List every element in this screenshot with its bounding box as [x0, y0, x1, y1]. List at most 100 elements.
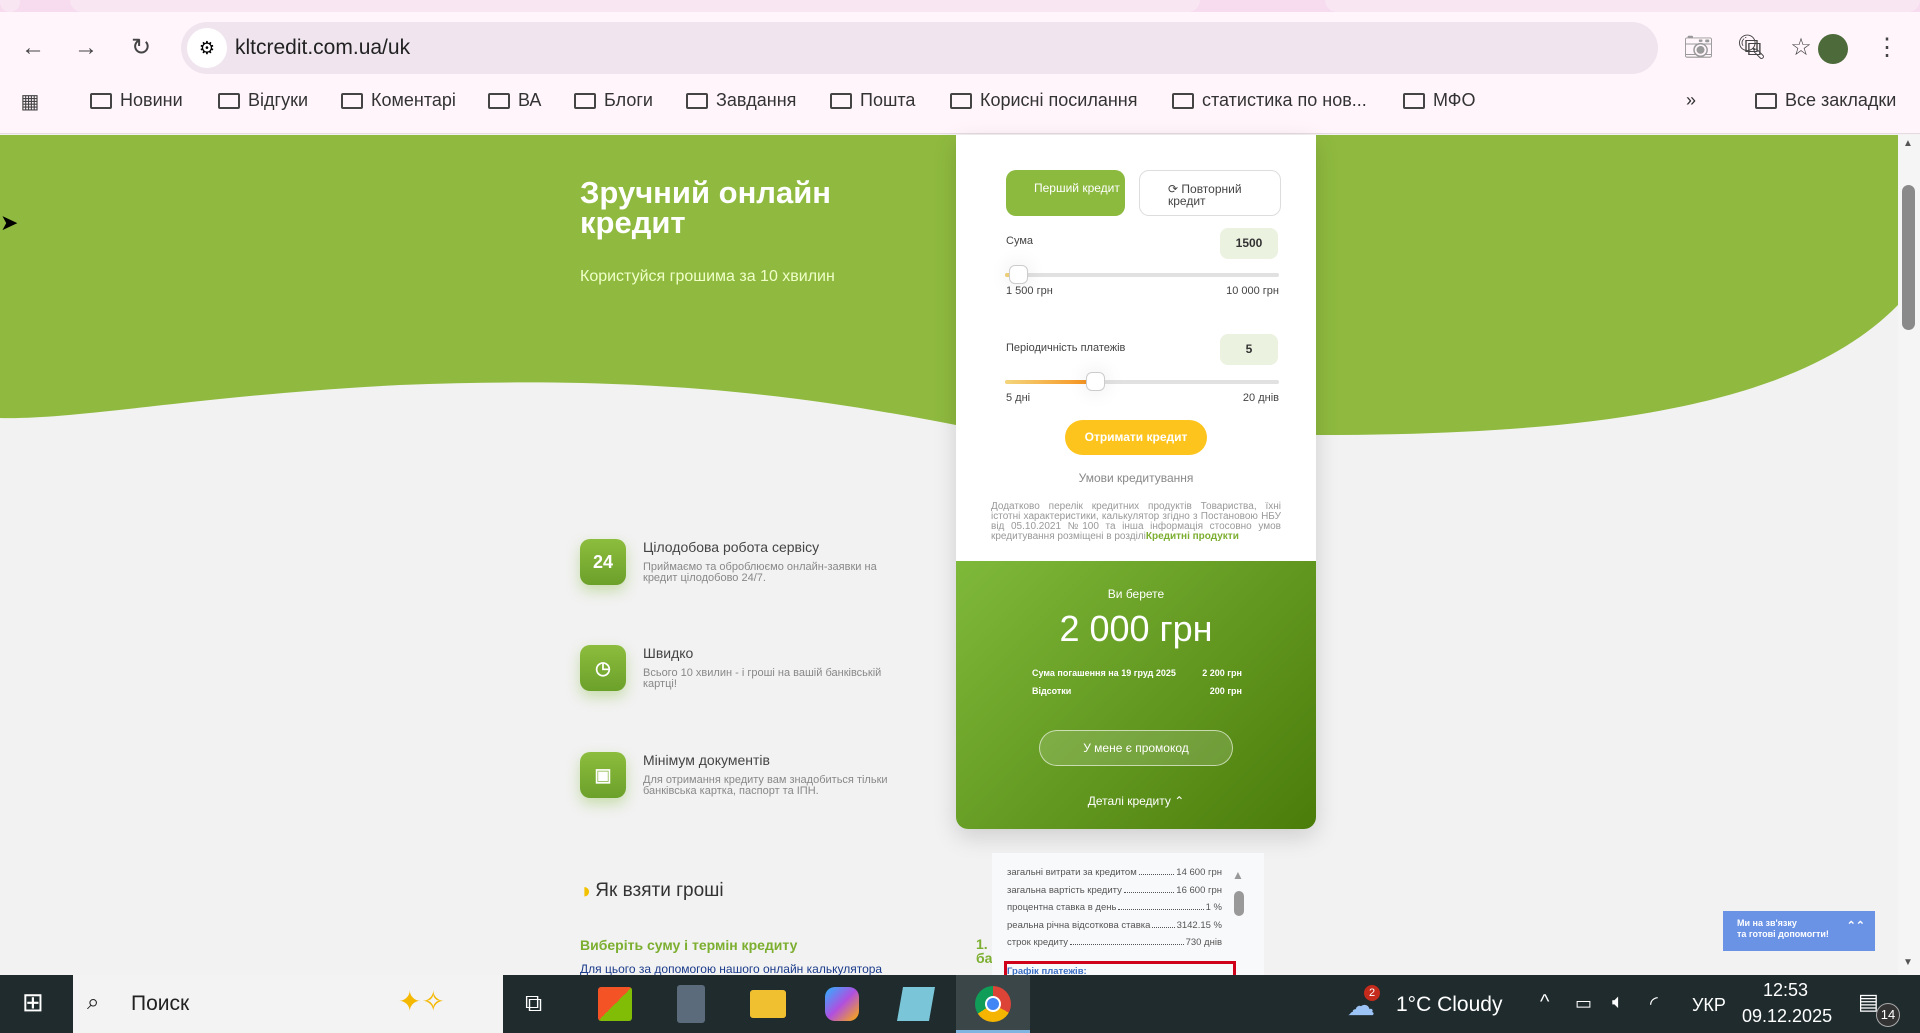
detail-label: строк кредиту [1007, 937, 1069, 948]
details-scrollbar[interactable] [1234, 891, 1244, 916]
reload-icon[interactable]: ↻ [126, 36, 156, 60]
bookmark-item[interactable]: Новини [90, 90, 183, 111]
chat-widget[interactable]: Ми на зв'язку та готові допомогти! ⌃⌃ [1723, 911, 1875, 951]
back-icon[interactable]: ← [18, 36, 48, 60]
apps-icon[interactable]: ▦ [15, 90, 45, 114]
bookmark-item[interactable]: статистика по нов... [1172, 90, 1367, 111]
feature-title: Швидко [643, 645, 694, 661]
bookmark-label: статистика по нов... [1202, 90, 1367, 110]
star-icon[interactable]: ☆ [1786, 36, 1816, 60]
scroll-thumb[interactable] [1902, 185, 1915, 330]
scroll-down-icon[interactable]: ▼ [1903, 957, 1913, 968]
store-icon[interactable] [598, 987, 632, 1021]
get-credit-button[interactable]: Отримати кредит [1065, 420, 1207, 455]
chrome-taskbar-button[interactable] [956, 975, 1030, 1033]
tab-repeat-credit[interactable]: ⟳ Повторний кредит [1139, 170, 1281, 216]
interest-value: 200 грн [1209, 686, 1242, 696]
mouse-cursor-icon: ➤ [0, 210, 19, 235]
amount-max: 10 000 грн [1226, 285, 1279, 297]
result-panel: Ви берете 2 000 грн Сума погашення на 19… [956, 561, 1316, 829]
more-bookmarks[interactable]: » [1686, 90, 1696, 111]
tab-first-credit[interactable]: Перший кредит [1006, 170, 1125, 216]
amount-input[interactable]: 1500 [1220, 228, 1278, 259]
camera-icon[interactable]: 📷︎ [1683, 36, 1713, 60]
task-view-icon[interactable]: ⧉ [525, 990, 542, 1018]
credit-products-link[interactable]: Кредитні продукти [1146, 531, 1239, 542]
search-box[interactable]: ⌕ Поиск ✦✧ [73, 975, 503, 1033]
detail-row: загальна вартість кредиту 16 600 грн [1007, 885, 1222, 896]
bookmark-label: ВА [518, 90, 542, 110]
detail-row: процентна ставка в день 1 % [1007, 902, 1222, 913]
bookmark-item[interactable]: Відгуки [218, 90, 308, 111]
language-indicator[interactable]: УКР [1692, 995, 1726, 1016]
all-bookmarks[interactable]: Все закладки [1755, 90, 1896, 111]
period-slider[interactable] [1005, 372, 1279, 391]
windows-start-icon[interactable]: ⊞ [22, 989, 44, 1015]
detail-label: загальні витрати за кредитом [1007, 867, 1137, 878]
tab[interactable] [0, 0, 20, 12]
document-icon: ▣ [580, 752, 626, 798]
folder-icon [90, 92, 112, 109]
bookmark-item[interactable]: Корисні посилання [950, 90, 1137, 111]
menu-icon[interactable]: ⋮ [1872, 36, 1902, 60]
clock-time[interactable]: 12:53 [1763, 980, 1808, 1001]
bookmark-item[interactable]: Блоги [574, 90, 653, 111]
search-placeholder: Поиск [131, 992, 190, 1015]
wifi-icon[interactable]: ◜ [1650, 991, 1658, 1016]
tab[interactable] [70, 0, 1200, 12]
credit-details-toggle[interactable]: Деталі кредиту ⌃ [956, 794, 1316, 808]
detail-value: 3142.15 % [1176, 919, 1222, 931]
step-text: Для цього за допомогою нашого онлайн кал… [580, 962, 883, 975]
disclaimer: Додатково перелік кредитних продуктів То… [991, 501, 1281, 542]
file-explorer-icon[interactable] [750, 990, 786, 1018]
bookmark-label: Новини [120, 90, 183, 110]
show-hidden-icons[interactable]: ^ [1540, 991, 1549, 1014]
bookmark-item[interactable]: Коментарі [341, 90, 456, 111]
battery-icon[interactable]: ▭ [1575, 993, 1592, 1014]
url-text[interactable]: kltcredit.com.ua/uk [235, 36, 410, 60]
calculator-icon[interactable] [677, 985, 705, 1023]
loan-amount: 2 000 грн [1059, 608, 1213, 649]
details-scroll-up[interactable]: ▲ [1232, 868, 1244, 882]
period-slider-thumb[interactable] [1085, 372, 1105, 391]
copilot-icon[interactable] [825, 987, 859, 1021]
terms-link[interactable]: Умови кредитування [956, 471, 1316, 485]
folder-icon [1403, 92, 1425, 109]
page-scrollbar[interactable]: ▲ ▼ [1898, 135, 1920, 975]
volume-icon[interactable]: 🔈︎ [1612, 991, 1624, 1014]
extensions-icon[interactable]: ⧉ [1738, 36, 1768, 60]
clock-date[interactable]: 09.12.2025 [1742, 1006, 1832, 1027]
forward-icon[interactable]: → [71, 36, 101, 60]
search-icon: ⌕ [87, 989, 100, 1014]
bookmark-item[interactable]: МФО [1403, 90, 1475, 111]
weather-text[interactable]: 1°C Cloudy [1396, 993, 1502, 1017]
notes-app-icon[interactable] [897, 987, 935, 1021]
folder-icon [488, 92, 510, 109]
credit-details-panel: загальні витрати за кредитом 14 600 грн за… [992, 853, 1264, 986]
amount-slider-thumb[interactable] [1009, 265, 1028, 284]
feature-title: Мінімум документів [643, 752, 770, 768]
bookmark-item[interactable]: Завдання [686, 90, 796, 111]
amount-min: 1 500 грн [1006, 285, 1053, 297]
scroll-up-icon[interactable]: ▲ [1903, 138, 1913, 149]
bookmark-item[interactable]: ВА [488, 90, 541, 111]
bookmark-label: Завдання [716, 90, 797, 110]
detail-value: 730 днів [1185, 937, 1222, 948]
how-to-heading: ◗ Як взяти гроші [580, 878, 724, 903]
chrome-icon [975, 986, 1011, 1022]
address-bar[interactable]: ⚙ kltcredit.com.ua/uk 🔍︎ ☆ [181, 22, 1812, 74]
hero-background [0, 135, 1898, 435]
site-settings-icon[interactable]: ⚙ [187, 28, 227, 68]
period-label: Періодичність платежів [1006, 342, 1126, 354]
detail-row: строк кредиту 730 днів [1007, 937, 1222, 948]
bookmark-label: Блоги [604, 90, 653, 110]
tab[interactable] [1325, 0, 1920, 12]
amount-slider[interactable] [1005, 265, 1279, 284]
avatar[interactable] [1818, 34, 1848, 64]
detail-value: 1 % [1205, 902, 1222, 913]
bookmark-item[interactable]: Пошта [830, 90, 915, 111]
promo-code-button[interactable]: У мене є промокод [1039, 730, 1233, 766]
detail-row: загальні витрати за кредитом 14 600 грн [1007, 867, 1222, 878]
chevron-up-icon[interactable]: ⌃⌃ [1847, 921, 1865, 932]
period-input[interactable]: 5 [1220, 334, 1278, 365]
